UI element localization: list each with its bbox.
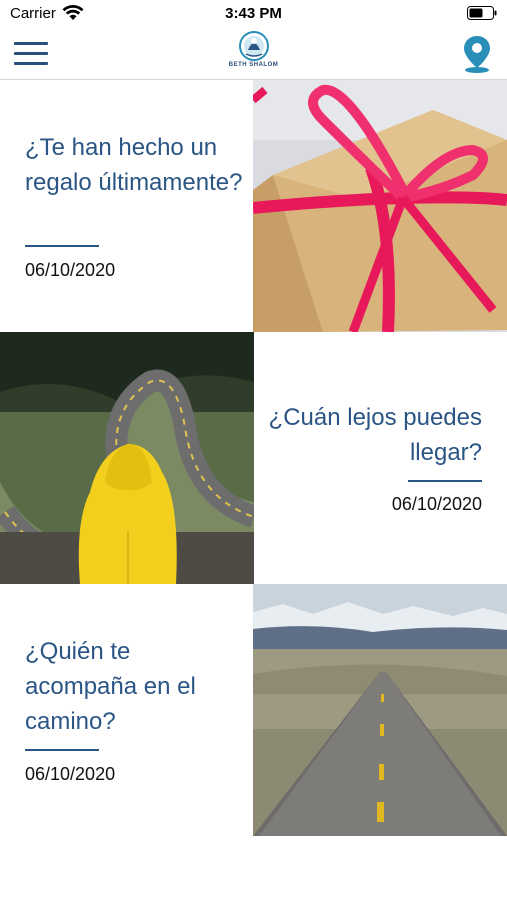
article-card[interactable]: ¿Quién te acompaña en el camino? 06/10/2… <box>0 584 507 836</box>
article-date: 06/10/2020 <box>391 494 482 514</box>
nav-bar: BETH SHALOM <box>0 28 507 80</box>
article-image-desert-road[interactable] <box>253 584 507 836</box>
article-feed: ¿Te han hecho un regalo últimamente? 06/… <box>0 80 507 836</box>
logo: BETH SHALOM <box>224 30 284 76</box>
article-divider <box>408 480 482 482</box>
article-text-cell[interactable]: ¿Te han hecho un regalo últimamente? 06/… <box>0 80 253 332</box>
article-divider <box>25 245 99 247</box>
logo-text: BETH SHALOM <box>228 62 279 68</box>
logo-emblem-icon <box>238 31 269 61</box>
battery-icon <box>467 6 497 20</box>
article-title[interactable]: ¿Quién te acompaña en el camino? <box>25 634 243 739</box>
article-image-gift[interactable] <box>253 80 507 332</box>
article-title[interactable]: ¿Te han hecho un regalo últimamente? <box>25 130 243 200</box>
article-date: 06/10/2020 <box>25 764 116 784</box>
article-text-cell[interactable]: ¿Quién te acompaña en el camino? 06/10/2… <box>0 584 253 836</box>
hamburger-menu-icon[interactable] <box>12 38 52 68</box>
article-divider <box>25 749 99 751</box>
article-title[interactable]: ¿Cuán lejos puedes llegar? <box>263 400 482 470</box>
article-text-cell[interactable]: ¿Cuán lejos puedes llegar? 06/10/2020 <box>253 332 506 584</box>
article-card[interactable]: ¿Cuán lejos puedes llegar? 06/10/2020 <box>0 332 507 584</box>
article-card[interactable]: ¿Te han hecho un regalo últimamente? 06/… <box>0 80 507 332</box>
article-date: 06/10/2020 <box>25 260 116 280</box>
status-time: 3:43 PM <box>225 5 282 22</box>
article-image-winding-road[interactable] <box>0 332 254 584</box>
map-pin-icon[interactable] <box>459 34 495 74</box>
status-bar: Carrier 3:43 PM <box>0 0 507 28</box>
